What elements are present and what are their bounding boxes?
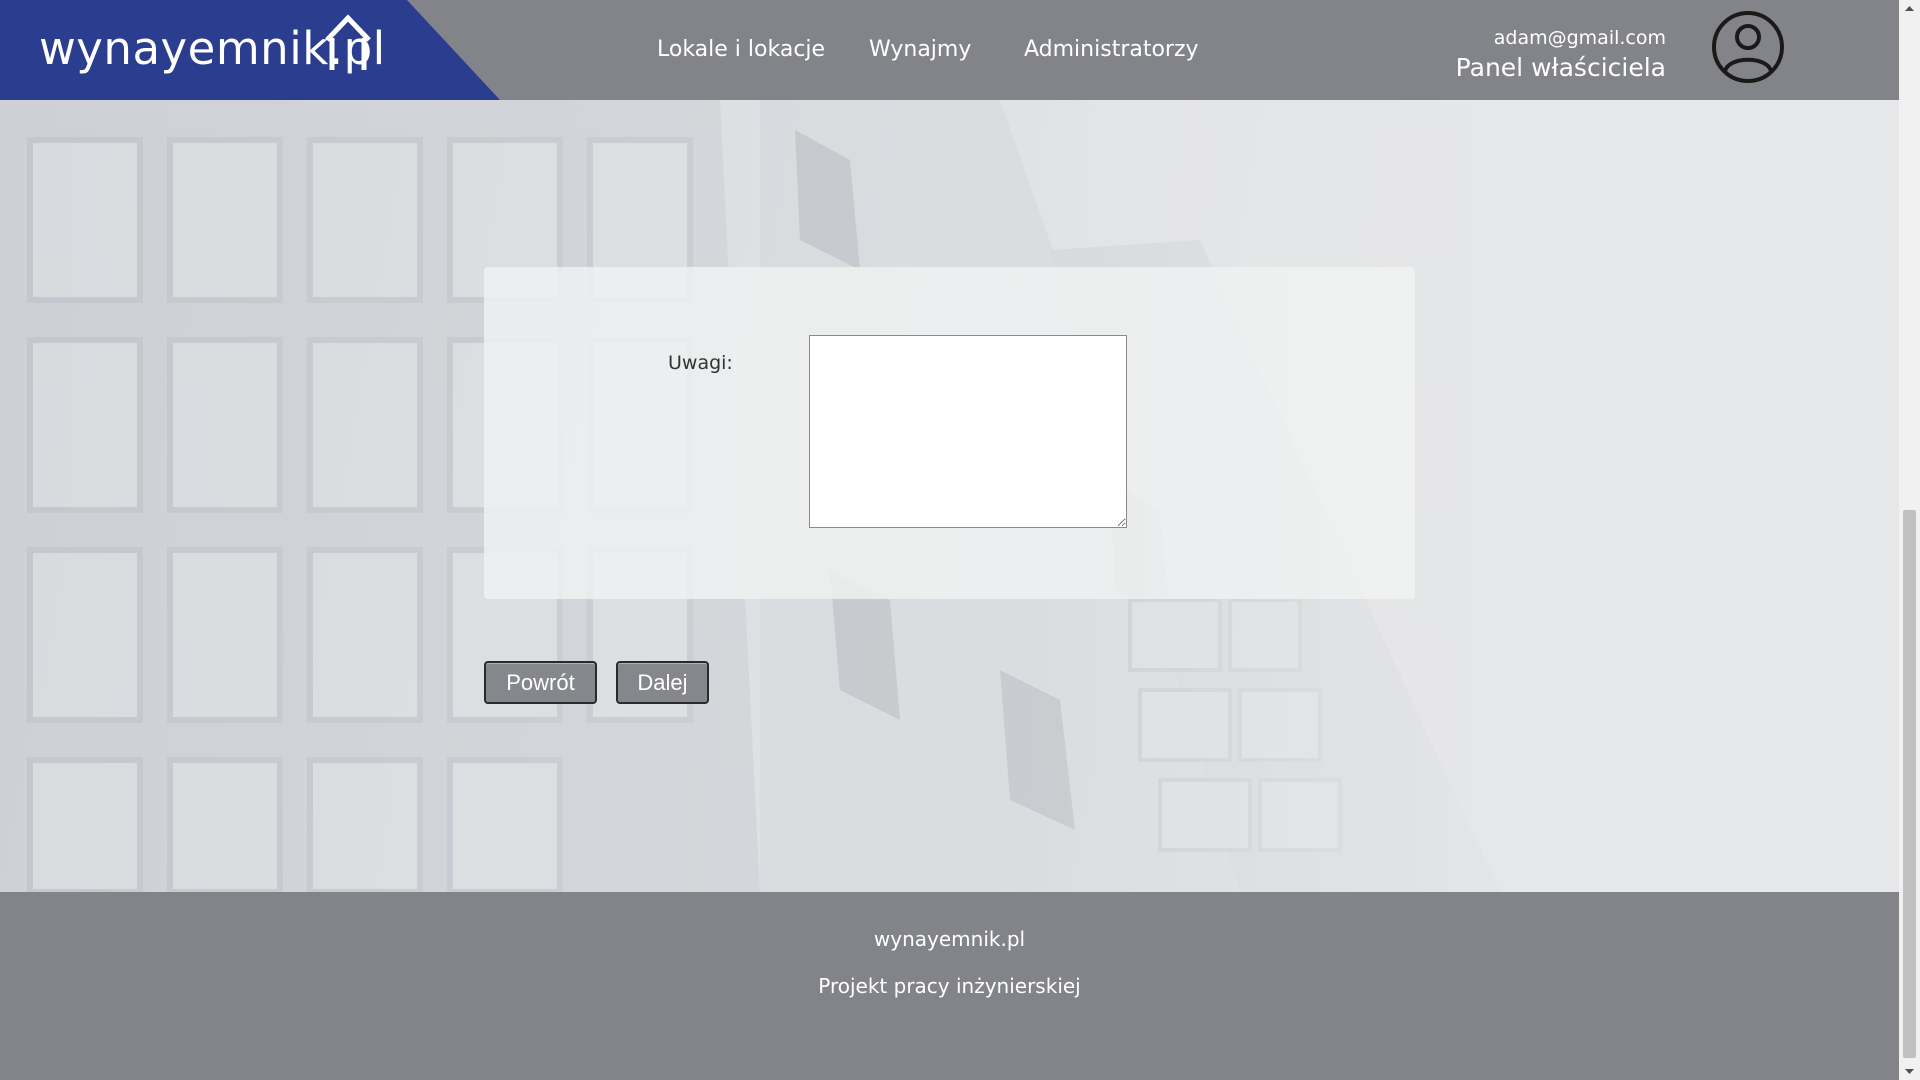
nav-item-lokale[interactable]: Lokale i lokacje: [657, 37, 825, 62]
top-navbar: wynayemnik.pl Lokale i lokacje Wynajmy A…: [0, 0, 1899, 100]
house-icon: [325, 14, 371, 70]
nav-item-administratorzy[interactable]: Administratorzy: [1024, 37, 1199, 62]
nav-item-wynajmy[interactable]: Wynajmy: [869, 37, 971, 62]
scroll-up-arrow-icon[interactable]: [1899, 0, 1920, 17]
vertical-scrollbar[interactable]: [1899, 0, 1920, 1080]
footer: wynayemnik.pl Projekt pracy inżynierskie…: [0, 892, 1899, 1080]
notes-textarea[interactable]: [809, 335, 1127, 528]
footer-site-name: wynayemnik.pl: [873, 927, 1026, 951]
user-email: adam@gmail.com: [1493, 27, 1666, 49]
owner-panel-label[interactable]: Panel właściciela: [1456, 53, 1666, 82]
user-circle-icon[interactable]: [1711, 10, 1785, 84]
footer-subtitle: Projekt pracy inżynierskiej: [818, 974, 1081, 998]
next-button[interactable]: Dalej: [616, 661, 709, 704]
notes-label: Uwagi:: [668, 352, 733, 374]
logo-banner[interactable]: wynayemnik.pl: [0, 0, 500, 100]
back-button[interactable]: Powrót: [484, 661, 597, 704]
scroll-down-arrow-icon[interactable]: [1899, 1063, 1920, 1080]
scrollbar-thumb[interactable]: [1903, 510, 1916, 1058]
